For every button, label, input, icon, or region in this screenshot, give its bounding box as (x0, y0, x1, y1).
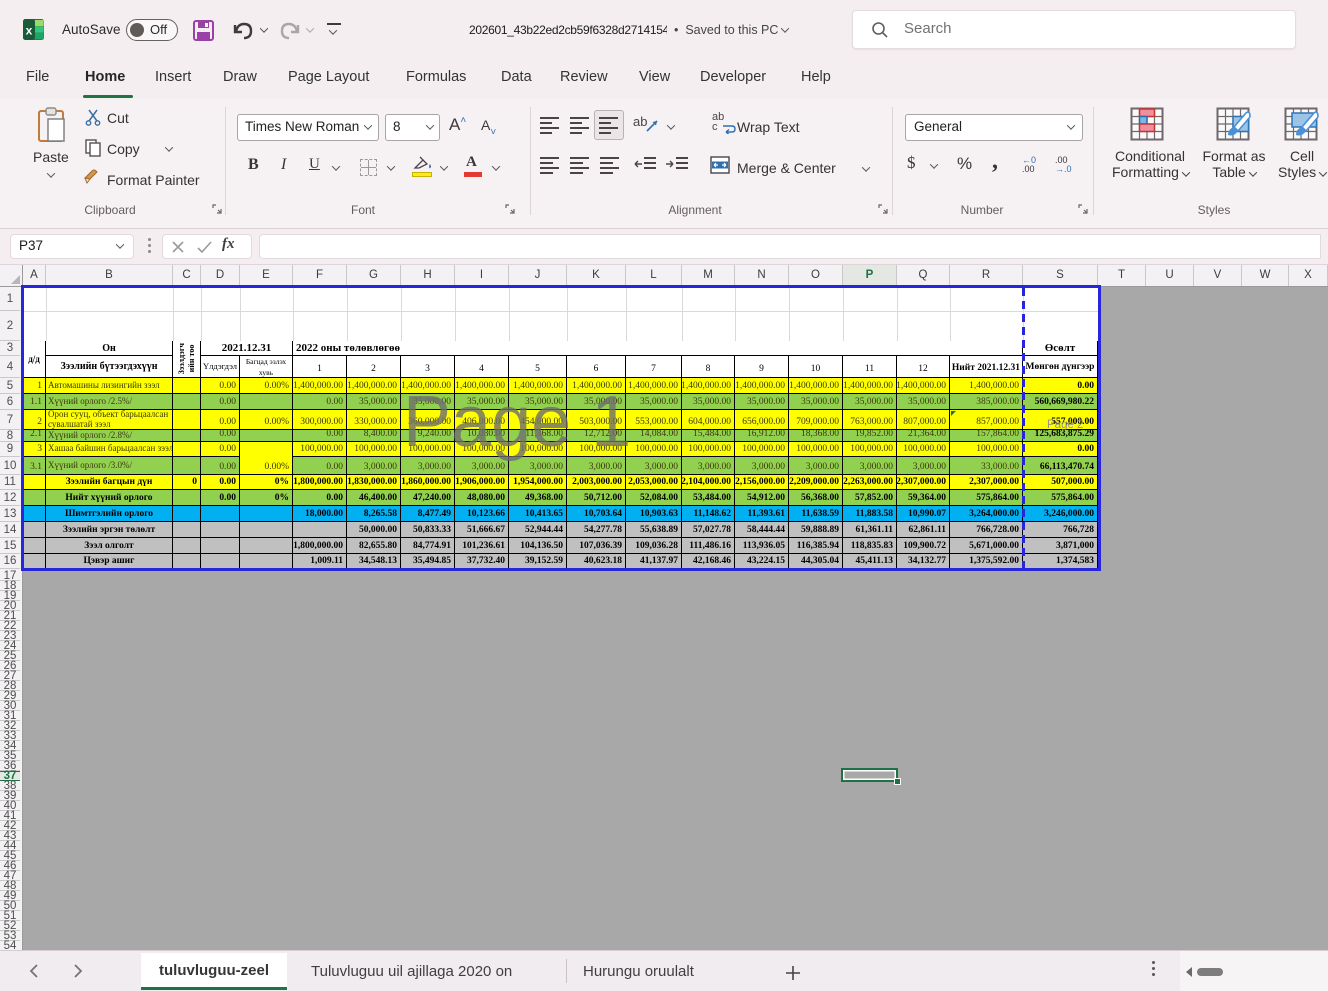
svg-text:x: x (26, 24, 33, 38)
